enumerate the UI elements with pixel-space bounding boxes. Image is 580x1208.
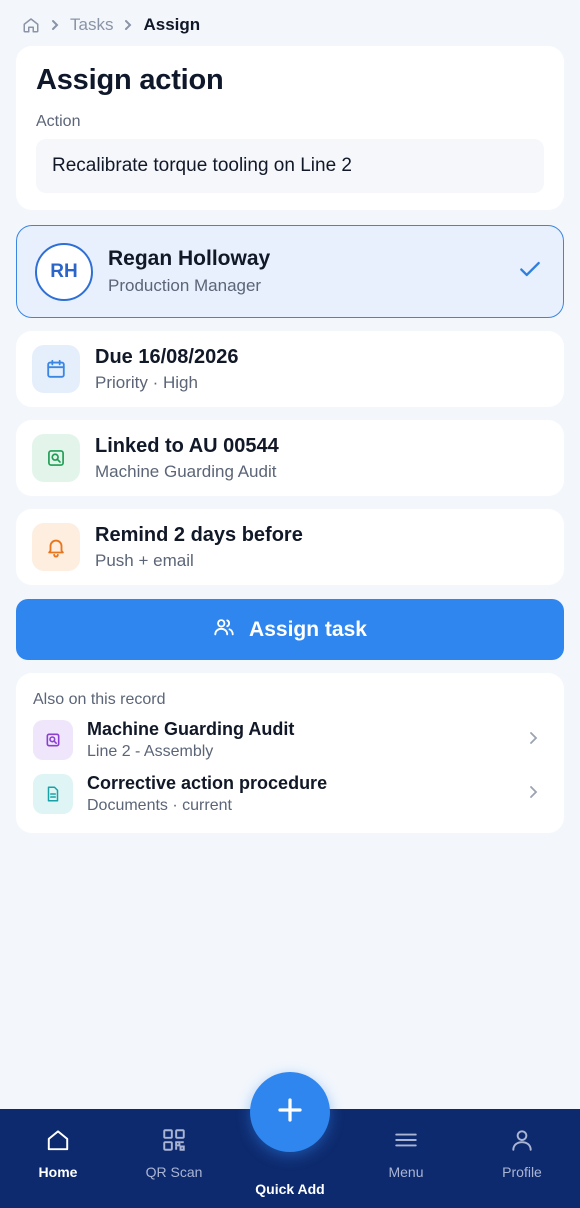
- due-date-row[interactable]: Due 16/08/2026 Priority · High: [16, 331, 564, 407]
- menu-icon: [393, 1127, 419, 1156]
- nav-qr-scan-label: QR Scan: [145, 1164, 203, 1180]
- breadcrumb-tasks[interactable]: Tasks: [70, 15, 113, 35]
- home-icon: [45, 1127, 71, 1156]
- related-item-audit[interactable]: Machine Guarding Audit Line 2 - Assembly: [33, 717, 547, 763]
- quick-add-button[interactable]: [250, 1072, 330, 1152]
- breadcrumb: Tasks Assign: [22, 14, 200, 36]
- page-title: Assign action: [36, 64, 224, 96]
- related-records-card: Also on this record Machine Guarding Aud…: [16, 673, 564, 833]
- home-icon[interactable]: [22, 16, 40, 34]
- linked-audit-name: Machine Guarding Audit: [95, 461, 277, 481]
- assignee-option-selected[interactable]: RH Regan Holloway Production Manager: [16, 225, 564, 318]
- linked-audit-row[interactable]: Linked to AU 00544 Machine Guarding Audi…: [16, 420, 564, 496]
- reminder-row[interactable]: Remind 2 days before Push + email: [16, 509, 564, 585]
- avatar: RH: [35, 242, 93, 301]
- assign-task-label: Assign task: [249, 617, 367, 641]
- action-field-label: Action: [36, 113, 81, 130]
- chevron-right-icon: [50, 19, 60, 31]
- due-date-title: Due 16/08/2026: [95, 345, 239, 368]
- linked-audit-title: Linked to AU 00544: [95, 434, 279, 457]
- action-field[interactable]: Recalibrate torque tooling on Line 2: [36, 139, 544, 193]
- related-records-label: Also on this record: [33, 691, 166, 708]
- qr-icon: [161, 1127, 187, 1156]
- action-card: Assign action Action Recalibrate torque …: [16, 46, 564, 210]
- reminder-channels: Push + email: [95, 550, 194, 570]
- chevron-right-icon: [525, 784, 547, 805]
- nav-profile-label: Profile: [502, 1164, 542, 1180]
- related-item-subtitle: Documents · current: [87, 797, 232, 814]
- nav-profile[interactable]: Profile: [464, 1127, 580, 1189]
- bell-icon: [32, 523, 80, 571]
- related-item-title: Machine Guarding Audit: [87, 719, 295, 739]
- calendar-icon: [32, 345, 80, 393]
- nav-qr-scan[interactable]: QR Scan: [116, 1127, 232, 1189]
- chevron-right-icon: [123, 19, 133, 31]
- action-field-value: Recalibrate torque tooling on Line 2: [52, 155, 352, 176]
- assignee-name: Regan Holloway: [108, 247, 271, 270]
- chevron-right-icon: [525, 730, 547, 751]
- quick-add-label: Quick Add: [255, 1181, 325, 1197]
- nav-menu[interactable]: Menu: [348, 1127, 464, 1189]
- assignee-role: Production Manager: [108, 276, 262, 295]
- audit-search-icon: [33, 720, 73, 760]
- nav-menu-label: Menu: [388, 1164, 424, 1180]
- plus-icon: [275, 1095, 305, 1130]
- related-item-document[interactable]: Corrective action procedure Documents · …: [33, 771, 547, 817]
- nav-home[interactable]: Home: [0, 1127, 116, 1189]
- priority-text: Priority · High: [95, 372, 198, 392]
- breadcrumb-current: Assign: [143, 15, 201, 34]
- reminder-title: Remind 2 days before: [95, 523, 303, 546]
- nav-home-label: Home: [38, 1164, 78, 1180]
- document-icon: [33, 774, 73, 814]
- related-item-title: Corrective action procedure: [87, 773, 328, 793]
- users-icon: [213, 616, 235, 644]
- audit-search-icon: [32, 434, 80, 482]
- user-icon: [509, 1127, 535, 1156]
- related-item-subtitle: Line 2 - Assembly: [87, 743, 214, 760]
- assign-task-button[interactable]: Assign task: [16, 599, 564, 660]
- check-icon: [517, 256, 545, 287]
